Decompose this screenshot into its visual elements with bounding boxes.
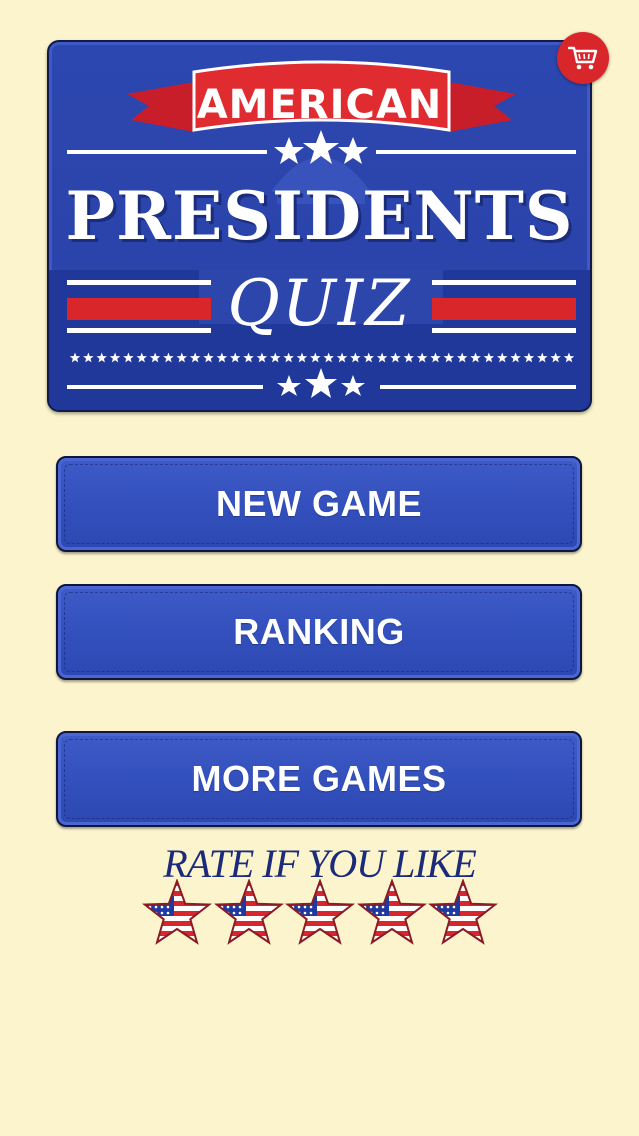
more-games-button[interactable]: MORE GAMES [56, 731, 582, 827]
new-game-label: NEW GAME [216, 483, 422, 524]
ranking-button[interactable]: RANKING [56, 584, 582, 680]
rate-star-4-icon[interactable] [356, 879, 427, 947]
rate-star-3-icon[interactable] [285, 879, 355, 947]
shopping-cart-icon [568, 46, 598, 70]
logo-title-american: AMERICAN [196, 82, 443, 128]
main-menu-screen: AMERICAN PRESIDENTS QUIZ NEW GAME RANKIN… [0, 0, 639, 1136]
rating-stars [142, 879, 498, 949]
rate-star-1-icon[interactable] [142, 879, 212, 947]
rate-star-5-icon[interactable] [428, 879, 498, 947]
logo-title-presidents: PRESIDENTS [65, 177, 574, 255]
shop-button[interactable] [557, 32, 609, 84]
more-games-label: MORE GAMES [191, 758, 447, 799]
logo-title-quiz: QUIZ [227, 267, 412, 341]
rate-star-2-icon[interactable] [213, 879, 284, 947]
new-game-button[interactable]: NEW GAME [56, 456, 582, 552]
game-logo: AMERICAN PRESIDENTS QUIZ [47, 40, 592, 412]
ranking-label: RANKING [233, 611, 405, 652]
